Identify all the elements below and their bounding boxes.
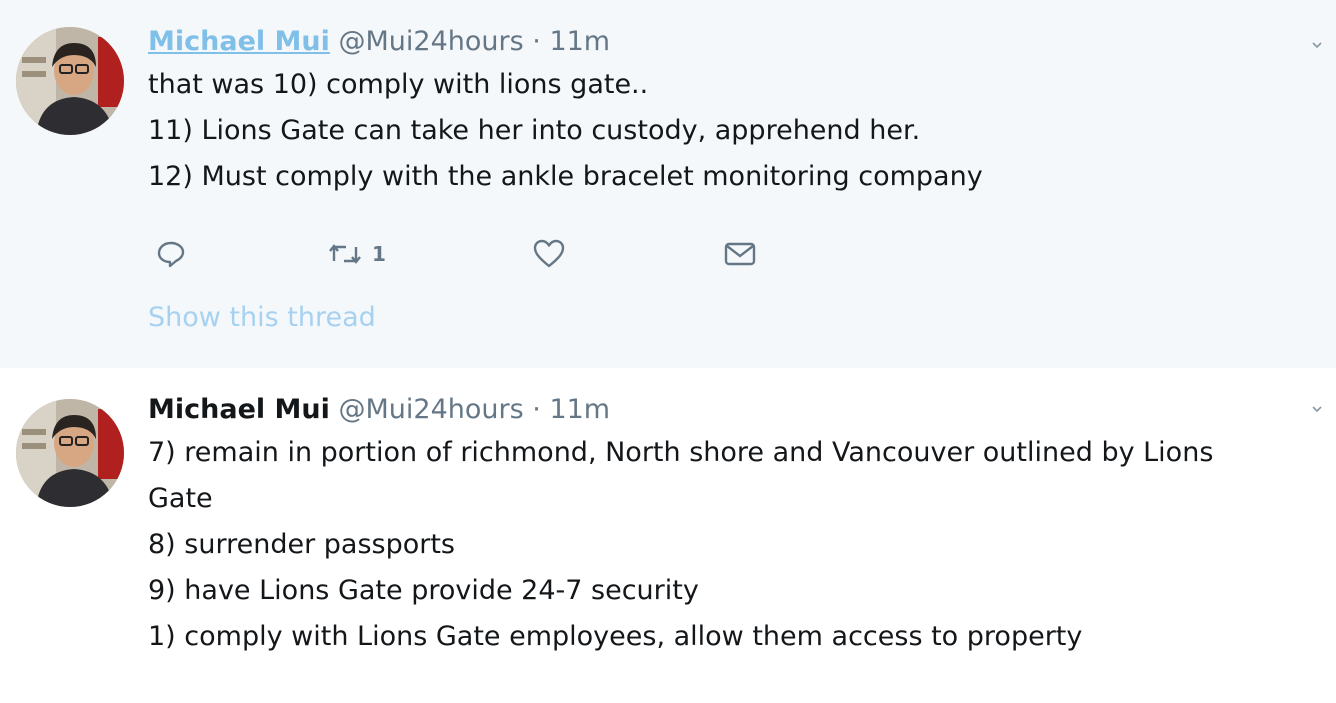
tweet-actions: 1 (148, 234, 1306, 274)
tweet-text: 7) remain in portion of richmond, North … (148, 430, 1306, 660)
display-name[interactable]: Michael Mui (148, 26, 330, 57)
separator-dot: · (532, 26, 541, 57)
heart-icon (533, 239, 565, 268)
retweet-count: 1 (372, 242, 386, 266)
tweet[interactable]: Michael Mui @Mui24hours · 11m 7) remain … (0, 368, 1336, 703)
chevron-down-icon[interactable] (1312, 40, 1322, 50)
show-thread-link[interactable]: Show this thread (148, 302, 1306, 333)
tweet-timeline: Michael Mui @Mui24hours · 11m that was 1… (0, 0, 1336, 703)
tweet-text-line: 7) remain in portion of richmond, North … (148, 437, 1214, 468)
avatar-photo (16, 399, 124, 507)
avatar[interactable] (16, 27, 124, 135)
retweet-icon (329, 244, 361, 264)
like-button[interactable] (533, 234, 565, 274)
tweet-text-line: 1) comply with Lions Gate employees, all… (148, 621, 1083, 652)
tweet-text-line: 8) surrender passports (148, 529, 455, 560)
tweet-text-line: 12) Must comply with the ankle bracelet … (148, 161, 983, 192)
reply-icon (157, 241, 185, 268)
tweet-header: Michael Mui @Mui24hours · 11m (148, 390, 1306, 430)
user-handle[interactable]: @Mui24hours (338, 26, 523, 57)
user-handle[interactable]: @Mui24hours (338, 394, 523, 425)
tweet-content: Michael Mui @Mui24hours · 11m 7) remain … (148, 390, 1306, 660)
display-name[interactable]: Michael Mui (148, 394, 330, 425)
retweet-button[interactable]: 1 (328, 234, 386, 274)
timestamp[interactable]: 11m (549, 26, 610, 57)
avatar-photo (16, 27, 124, 135)
tweet-header: Michael Mui @Mui24hours · 11m (148, 22, 1306, 62)
direct-message-button[interactable] (723, 234, 757, 274)
chevron-down-icon[interactable] (1312, 404, 1322, 414)
reply-button[interactable] (156, 234, 186, 274)
tweet-text-line: Gate (148, 483, 213, 514)
tweet[interactable]: Michael Mui @Mui24hours · 11m that was 1… (0, 0, 1336, 368)
separator-dot: · (532, 394, 541, 425)
tweet-text-line: 9) have Lions Gate provide 24-7 security (148, 575, 699, 606)
envelope-icon (724, 242, 756, 266)
avatar[interactable] (16, 399, 124, 507)
tweet-content: Michael Mui @Mui24hours · 11m that was 1… (148, 22, 1306, 333)
tweet-text-line: 11) Lions Gate can take her into custody… (148, 115, 921, 146)
tweet-text-line: that was 10) comply with lions gate.. (148, 69, 649, 100)
timestamp[interactable]: 11m (549, 394, 610, 425)
tweet-text: that was 10) comply with lions gate.. 11… (148, 62, 1306, 200)
